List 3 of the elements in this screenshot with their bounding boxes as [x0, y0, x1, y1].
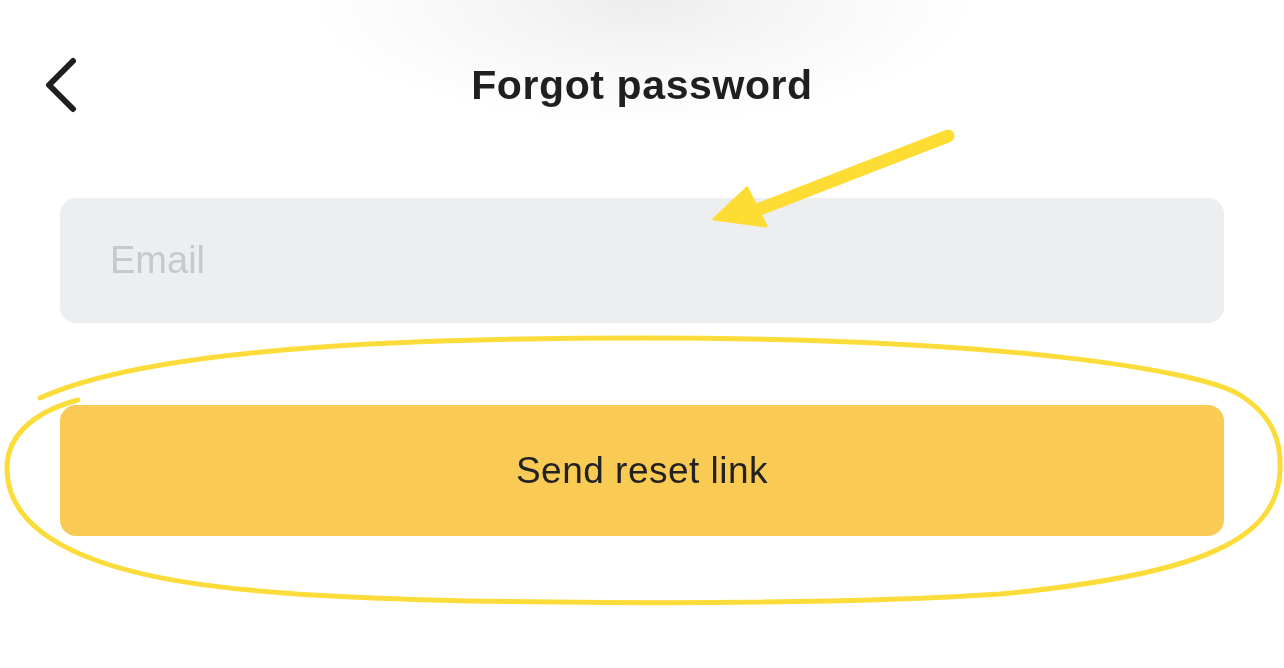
chevron-left-icon [44, 57, 78, 113]
page-title: Forgot password [471, 61, 813, 109]
send-reset-link-button[interactable]: Send reset link [60, 405, 1224, 536]
